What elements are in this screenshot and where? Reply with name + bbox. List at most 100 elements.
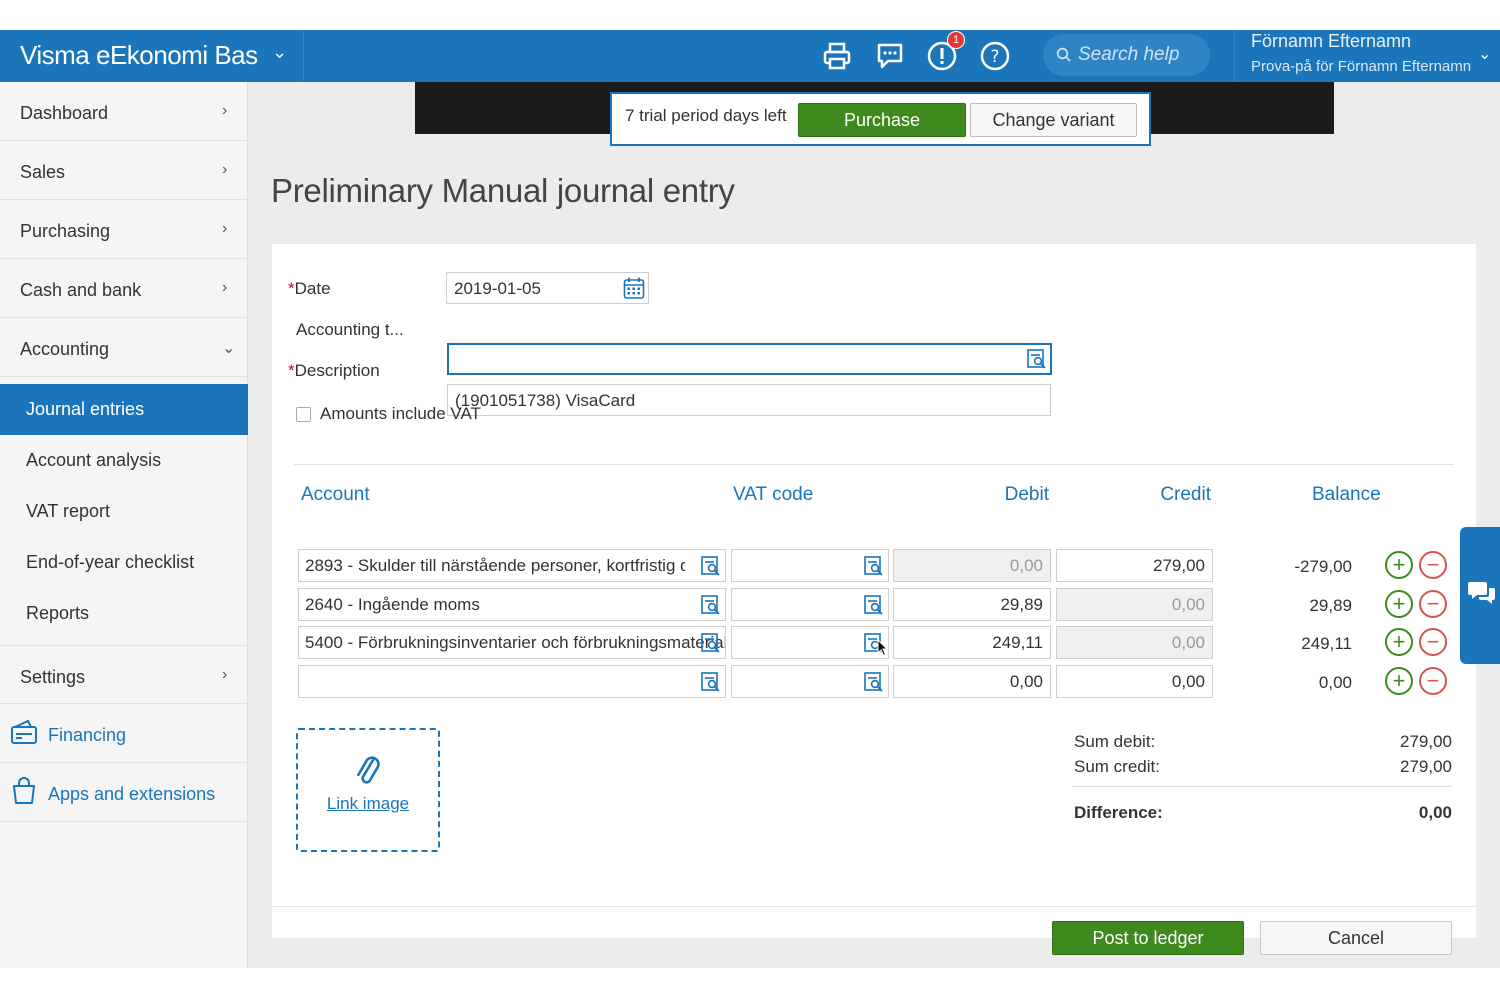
credit-field[interactable]: 0,00 <box>1056 588 1213 621</box>
account-field[interactable] <box>298 665 726 698</box>
debit-column-header: Debit <box>1004 484 1049 505</box>
cancel-button[interactable]: Cancel <box>1260 921 1452 955</box>
sidebar-item-label: Sales <box>20 162 66 182</box>
sidebar-item-settings[interactable]: Settings › <box>0 645 248 704</box>
debit-field[interactable]: 249,11 <box>893 626 1051 659</box>
account-field[interactable]: 2893 - Skulder till närstående personer,… <box>298 549 726 582</box>
sidebar-item-vat-report[interactable]: VAT report <box>0 486 248 537</box>
sidebar-item-purchasing[interactable]: Purchasing › <box>0 200 248 259</box>
sidebar-item-journal-entries[interactable]: Journal entries <box>0 384 248 435</box>
lookup-icon[interactable] <box>863 671 885 693</box>
chevron-right-icon: › <box>222 102 228 119</box>
vat-code-field[interactable] <box>731 588 889 621</box>
credit-field[interactable]: 0,00 <box>1056 626 1213 659</box>
chevron-down-icon[interactable]: ⌄ <box>1478 44 1491 64</box>
link-image-link[interactable]: Link image <box>298 794 438 814</box>
purchase-button[interactable]: Purchase <box>798 103 966 137</box>
lookup-icon[interactable] <box>863 594 885 616</box>
app-switcher[interactable]: Visma eEkonomi Bas ⌄ <box>0 30 304 82</box>
remove-row-button[interactable]: − <box>1419 551 1447 579</box>
vat-code-field[interactable] <box>731 626 889 659</box>
sidebar-item-label: Dashboard <box>20 103 109 123</box>
mouse-cursor-icon <box>877 639 888 657</box>
chat-icon[interactable] <box>870 36 910 76</box>
lookup-icon[interactable] <box>700 632 722 654</box>
link-image-dropzone[interactable]: Link image <box>296 728 440 852</box>
credit-field[interactable]: 279,00 <box>1056 549 1213 582</box>
chevron-right-icon: › <box>222 220 228 237</box>
sidebar-item-label: VAT report <box>26 501 111 521</box>
vat-code-field[interactable] <box>731 665 889 698</box>
add-row-button[interactable]: + <box>1385 667 1413 695</box>
sidebar-item-label: Accounting <box>20 339 110 359</box>
lookup-icon[interactable] <box>700 555 722 577</box>
change-variant-button[interactable]: Change variant <box>970 103 1137 137</box>
description-field[interactable]: (1901051738) VisaCard <box>447 384 1051 416</box>
summary-divider <box>1072 786 1452 787</box>
add-row-button[interactable]: + <box>1385 590 1413 618</box>
account-column-header: Account <box>301 484 370 505</box>
lookup-icon[interactable] <box>700 594 722 616</box>
notification-badge: 1 <box>947 31 965 49</box>
print-icon[interactable] <box>817 36 857 76</box>
user-company: Prova-på för Förnamn Efternamn <box>1251 58 1472 75</box>
amounts-include-vat-label: Amounts include VAT <box>320 404 481 423</box>
sidebar-item-label: Apps and extensions <box>48 784 216 804</box>
search-icon <box>1056 47 1071 62</box>
sidebar-item-label: End-of-year checklist <box>26 552 195 572</box>
search-box <box>1043 34 1210 76</box>
vat-code-field[interactable] <box>731 549 889 582</box>
account-value: 2893 - Skulder till närstående personer,… <box>305 556 685 575</box>
post-to-ledger-button[interactable]: Post to ledger <box>1052 921 1244 955</box>
sidebar-item-reports[interactable]: Reports <box>0 588 248 639</box>
calendar-icon[interactable] <box>623 276 645 300</box>
balance-column-header: Balance <box>1312 484 1381 505</box>
debit-field[interactable]: 0,00 <box>893 665 1051 698</box>
sidebar: Dashboard › Sales › Purchasing › Cash an… <box>0 82 248 968</box>
date-field[interactable]: 2019-01-05 <box>446 272 649 304</box>
sidebar-item-account-analysis[interactable]: Account analysis <box>0 435 248 486</box>
balance-value: 249,11 <box>1301 634 1352 653</box>
sidebar-item-label: Settings <box>20 667 86 687</box>
amounts-include-vat-checkbox[interactable] <box>296 407 311 422</box>
top-bar: Visma eEkonomi Bas ⌄ 1 ? Förnamn Efterna… <box>0 30 1500 82</box>
sidebar-item-cash-and-bank[interactable]: Cash and bank › <box>0 259 248 318</box>
lookup-icon[interactable] <box>1026 348 1048 370</box>
lookup-icon[interactable] <box>863 555 885 577</box>
sidebar-item-financing[interactable]: Financing <box>0 704 248 763</box>
lookup-icon[interactable] <box>700 671 722 693</box>
sidebar-item-label: Account analysis <box>26 450 162 470</box>
user-menu[interactable]: Förnamn Efternamn Prova-på för Förnamn E… <box>1234 30 1500 82</box>
add-row-button[interactable]: + <box>1385 628 1413 656</box>
paperclip-icon <box>357 756 380 784</box>
search-input[interactable] <box>1078 42 1203 68</box>
credit-field[interactable]: 0,00 <box>1056 665 1213 698</box>
trial-panel: 7 trial period days left Purchase Change… <box>610 92 1151 146</box>
debit-field[interactable]: 0,00 <box>893 549 1051 582</box>
debit-field[interactable]: 29,89 <box>893 588 1051 621</box>
debit-value: 0,00 <box>1009 672 1043 691</box>
difference-value: 0,00 <box>1418 803 1452 822</box>
sidebar-item-apps-and-extensions[interactable]: Apps and extensions <box>0 763 248 822</box>
chevron-down-icon: ⌄ <box>222 340 236 357</box>
chevron-right-icon: › <box>222 666 228 683</box>
account-field[interactable]: 2640 - Ingående moms <box>298 588 726 621</box>
remove-row-button[interactable]: − <box>1419 667 1447 695</box>
sidebar-item-accounting[interactable]: Accounting ⌄ <box>0 318 248 377</box>
sidebar-item-label: Journal entries <box>26 399 145 419</box>
remove-row-button[interactable]: − <box>1419 628 1447 656</box>
sidebar-item-sales[interactable]: Sales › <box>0 141 248 200</box>
bottom-strip <box>0 968 1500 1000</box>
account-field[interactable]: 5400 - Förbrukningsinventarier och förbr… <box>298 626 726 659</box>
accounting-template-field[interactable] <box>447 343 1052 375</box>
help-icon[interactable]: ? <box>975 36 1015 76</box>
sum-debit-label: Sum debit: <box>1074 732 1156 751</box>
remove-row-button[interactable]: − <box>1419 590 1447 618</box>
sidebar-item-dashboard[interactable]: Dashboard › <box>0 82 248 141</box>
add-row-button[interactable]: + <box>1385 551 1413 579</box>
debit-value: 0,00 <box>1009 556 1043 575</box>
app-name: Visma eEkonomi Bas <box>20 40 258 70</box>
sidebar-item-end-of-year-checklist[interactable]: End-of-year checklist <box>0 537 248 588</box>
credit-value: 0,00 <box>1171 595 1205 614</box>
chat-tab[interactable] <box>1460 527 1500 664</box>
